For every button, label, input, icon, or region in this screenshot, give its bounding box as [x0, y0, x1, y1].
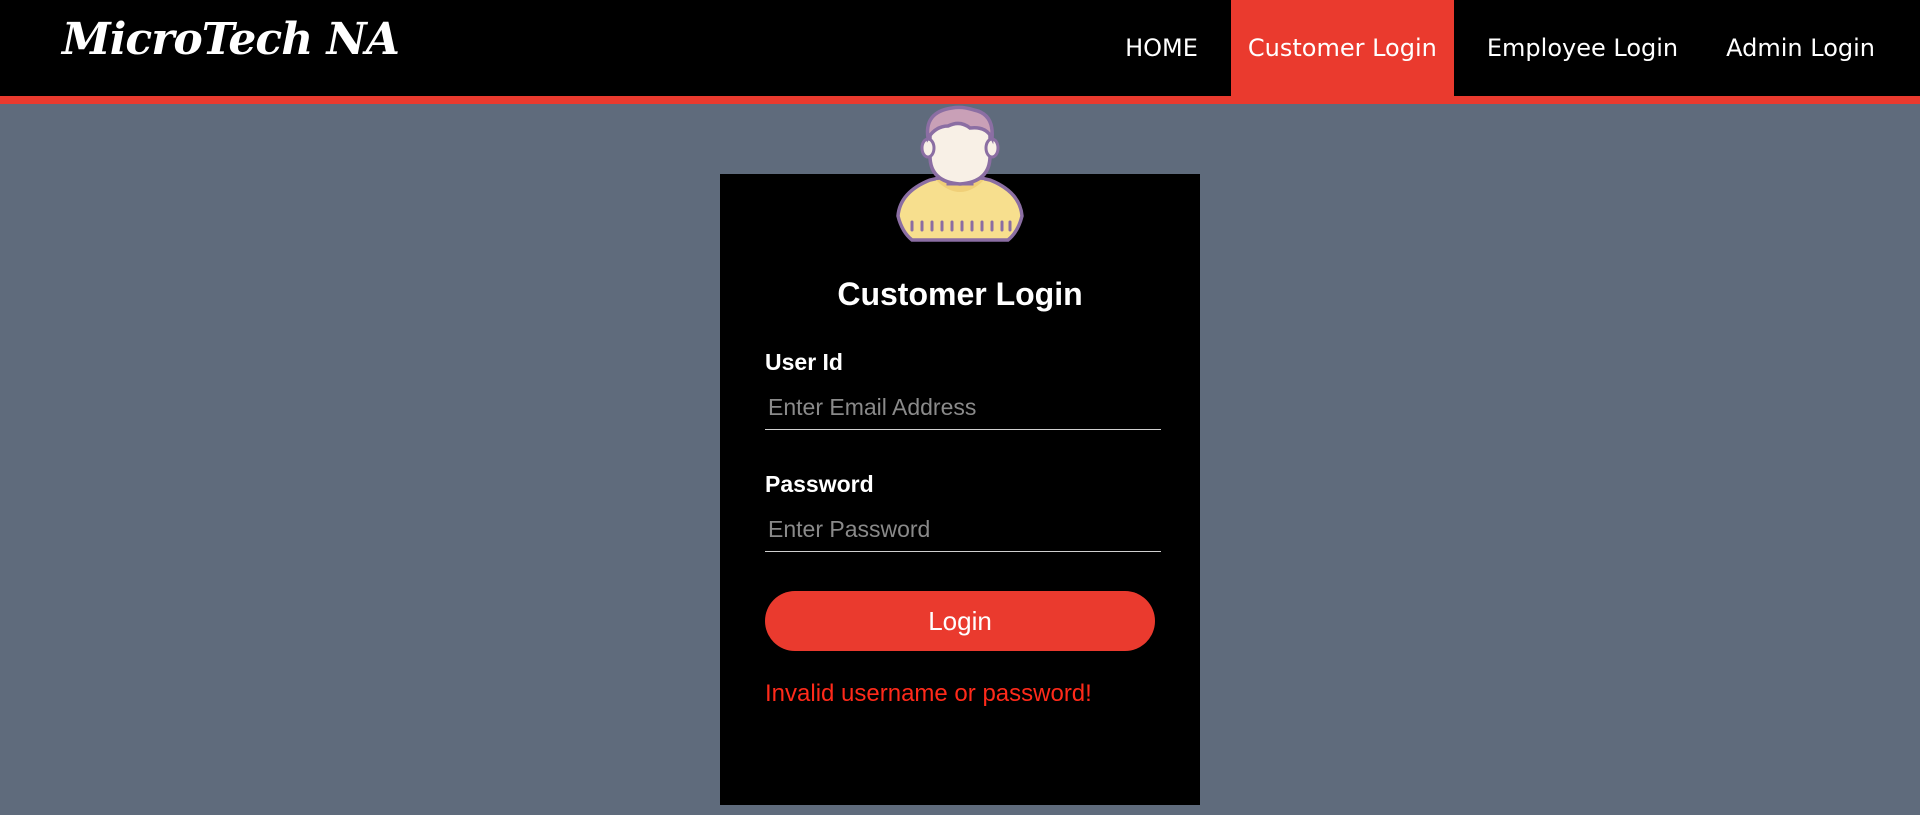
- password-input[interactable]: [765, 508, 1161, 552]
- nav-home[interactable]: HOME: [1125, 0, 1231, 96]
- user-id-label: User Id: [765, 349, 843, 375]
- brand-logo[interactable]: MicroTech NA: [62, 14, 400, 65]
- login-button[interactable]: Login: [765, 591, 1155, 651]
- user-id-input[interactable]: [765, 386, 1161, 430]
- nav-employee-login[interactable]: Employee Login: [1454, 0, 1711, 96]
- top-navbar: MicroTech NA HOME Customer Login Employe…: [0, 0, 1920, 104]
- error-message: Invalid username or password!: [765, 680, 1092, 707]
- login-title: Customer Login: [837, 276, 1083, 312]
- password-label: Password: [765, 471, 874, 497]
- nav-admin-login[interactable]: Admin Login: [1711, 0, 1920, 96]
- nav-customer-login[interactable]: Customer Login: [1230, 0, 1454, 96]
- nav-links: HOME Customer Login Employee Login Admin…: [1125, 0, 1920, 96]
- user-avatar-icon: [896, 105, 1024, 242]
- login-card: Customer Login User Id Password Login In…: [720, 174, 1200, 805]
